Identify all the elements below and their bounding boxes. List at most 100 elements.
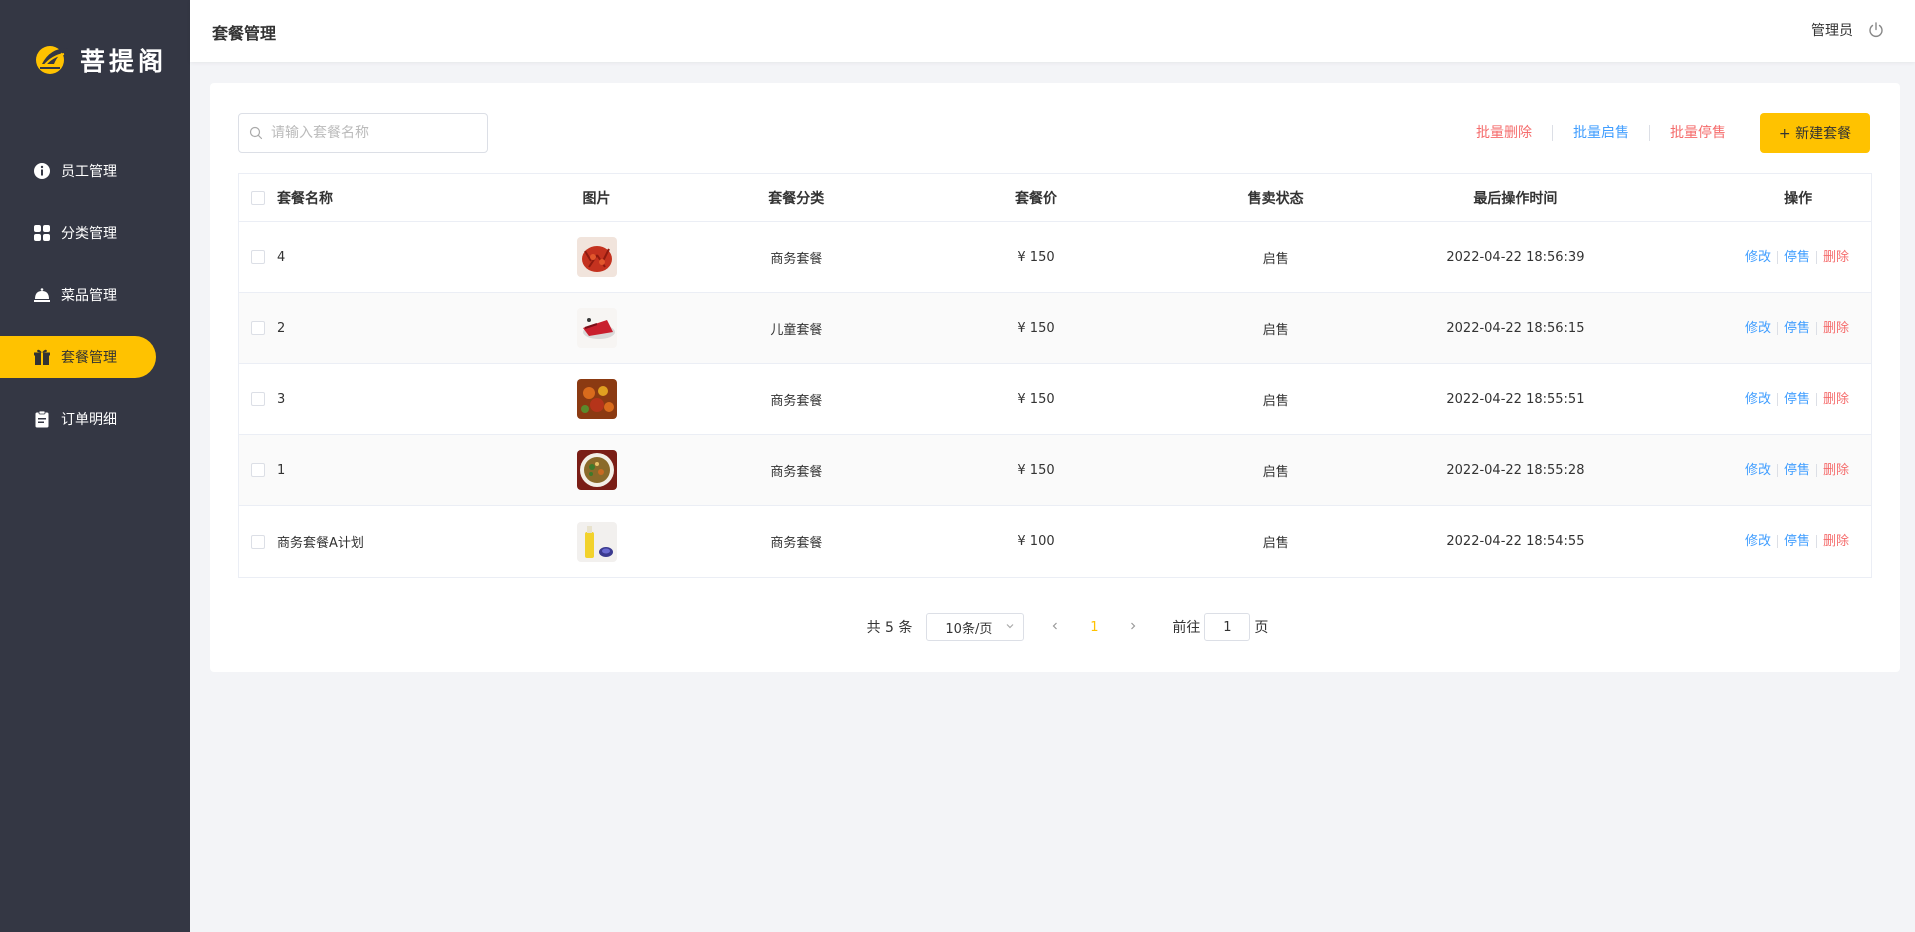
sidebar-item-dishes[interactable]: 菜品管理 (0, 274, 156, 316)
table-row: 1 商务套餐 ¥ 150 启售 2022-04-22 18:55:28 修改 停… (239, 435, 1871, 506)
next-page-icon[interactable] (1118, 619, 1148, 635)
sidebar-item-label: 员工管理 (61, 164, 117, 180)
row-thumbnail (576, 237, 617, 277)
column-header-name: 套餐名称 (276, 190, 333, 207)
disable-button[interactable]: 停售 (1778, 463, 1817, 477)
goto-suffix: 页 (1254, 620, 1269, 636)
sidebar-item-employees[interactable]: 员工管理 (0, 150, 156, 192)
edit-button[interactable]: 修改 (1739, 392, 1778, 406)
row-select-cell (239, 321, 277, 335)
disable-button[interactable]: 停售 (1778, 321, 1817, 335)
delete-button[interactable]: 删除 (1817, 535, 1849, 548)
row-checkbox[interactable] (251, 250, 265, 264)
row-status: 启售 (1262, 251, 1289, 267)
table-header: 套餐名称 图片 套餐分类 套餐价 售卖状态 最后操作时间 操作 (239, 174, 1871, 222)
batch-enable-button[interactable]: 批量启售 (1553, 125, 1650, 141)
setmeal-table: 套餐名称 图片 套餐分类 套餐价 售卖状态 最后操作时间 操作 4 商务套餐 ¥… (238, 173, 1872, 578)
pagination-total: 共 5 条 (866, 620, 913, 636)
sidebar-item-setmeals[interactable]: 套餐管理 (0, 336, 156, 378)
table-row: 3 商务套餐 ¥ 150 启售 2022-04-22 18:55:51 修改 停… (239, 364, 1871, 435)
row-name: 4 (276, 249, 286, 265)
sidebar-item-categories[interactable]: 分类管理 (0, 212, 156, 254)
row-image-cell (517, 237, 677, 277)
column-header-actions: 操作 (1784, 190, 1813, 207)
row-time: 2022-04-22 18:56:39 (1446, 249, 1585, 265)
row-thumbnail (576, 379, 617, 419)
row-category: 商务套餐 (770, 464, 823, 480)
row-status: 启售 (1262, 464, 1289, 480)
row-name: 1 (276, 462, 286, 478)
batch-delete-button[interactable]: 批量删除 (1456, 125, 1553, 141)
row-image-cell (517, 521, 677, 562)
sidebar-item-orders[interactable]: 订单明细 (0, 398, 156, 440)
disable-button[interactable]: 停售 (1778, 392, 1817, 406)
edit-button[interactable]: 修改 (1739, 321, 1778, 335)
new-setmeal-button[interactable]: + 新建套餐 (1760, 113, 1870, 153)
page-size-select[interactable]: 10条/页 (926, 613, 1025, 641)
column-header-time: 最后操作时间 (1473, 190, 1558, 207)
chevron-down-icon (1005, 620, 1015, 635)
select-all-cell (239, 190, 277, 205)
row-select-cell (239, 392, 277, 406)
sidebar-nav: 员工管理 分类管理 菜品管理 套餐管理 订单明细 (0, 150, 190, 460)
power-icon[interactable] (1867, 21, 1885, 39)
edit-button[interactable]: 修改 (1739, 535, 1778, 548)
sidebar-item-label: 分类管理 (61, 226, 117, 242)
clipboard-icon (33, 410, 51, 428)
row-thumbnail (576, 521, 617, 562)
column-header-price: 套餐价 (1014, 190, 1057, 207)
select-all-checkbox[interactable] (251, 190, 265, 205)
search-box[interactable] (238, 113, 488, 153)
row-category: 商务套餐 (770, 251, 823, 267)
edit-button[interactable]: 修改 (1739, 250, 1778, 264)
row-image-cell (517, 308, 677, 348)
disable-button[interactable]: 停售 (1778, 535, 1817, 548)
search-input[interactable] (271, 125, 471, 141)
row-checkbox[interactable] (251, 463, 265, 477)
delete-button[interactable]: 删除 (1817, 251, 1849, 264)
row-time: 2022-04-22 18:56:15 (1446, 320, 1585, 336)
info-icon (33, 162, 51, 180)
delete-button[interactable]: 删除 (1817, 464, 1849, 477)
pagination: 共 5 条 10条/页 1 前往 页 (210, 613, 1900, 641)
delete-button[interactable]: 删除 (1817, 322, 1849, 335)
gift-icon (33, 348, 51, 366)
row-thumbnail (576, 450, 617, 490)
row-name: 2 (276, 320, 286, 336)
page-number-current[interactable]: 1 (1070, 620, 1118, 635)
page-title: 套餐管理 (212, 24, 277, 43)
row-select-cell (239, 534, 277, 549)
sidebar-item-label: 订单明细 (61, 412, 117, 428)
goto-prefix: 前往 (1172, 620, 1201, 636)
user-area: 管理员 (1811, 20, 1885, 40)
row-category: 儿童套餐 (770, 322, 823, 338)
edit-button[interactable]: 修改 (1739, 463, 1778, 477)
logo-text: 菩提阁 (80, 47, 168, 76)
row-checkbox[interactable] (251, 321, 265, 335)
table-row: 2 儿童套餐 ¥ 150 启售 2022-04-22 18:56:15 修改 停… (239, 293, 1871, 364)
row-image-cell (517, 450, 677, 490)
batch-disable-button[interactable]: 批量停售 (1650, 125, 1746, 141)
page-size-value: 10条/页 (945, 621, 993, 637)
column-header-category: 套餐分类 (768, 190, 825, 207)
delete-button[interactable]: 删除 (1817, 393, 1849, 406)
disable-button[interactable]: 停售 (1778, 250, 1817, 264)
page-goto: 前往 页 (1172, 613, 1268, 641)
row-actions: 修改 停售 删除 (1635, 392, 1871, 406)
goto-page-input[interactable] (1204, 613, 1251, 641)
row-time: 2022-04-22 18:55:28 (1446, 462, 1585, 478)
row-name: 3 (276, 391, 286, 407)
column-header-image: 图片 (582, 190, 611, 207)
prev-page-icon[interactable] (1040, 619, 1070, 635)
dish-icon (33, 286, 51, 304)
row-checkbox[interactable] (251, 392, 265, 406)
search-icon (249, 126, 263, 140)
row-thumbnail (576, 308, 617, 348)
table-row: 商务套餐A计划 商务套餐 ¥ 100 启售 2022-04-22 18:54:5… (239, 506, 1871, 577)
user-name[interactable]: 管理员 (1811, 20, 1853, 40)
row-price: ¥ 100 (1017, 534, 1055, 549)
row-select-cell (239, 250, 277, 264)
top-header: 套餐管理 管理员 (190, 0, 1915, 62)
row-checkbox[interactable] (251, 534, 265, 549)
row-price: ¥ 150 (1017, 249, 1055, 265)
